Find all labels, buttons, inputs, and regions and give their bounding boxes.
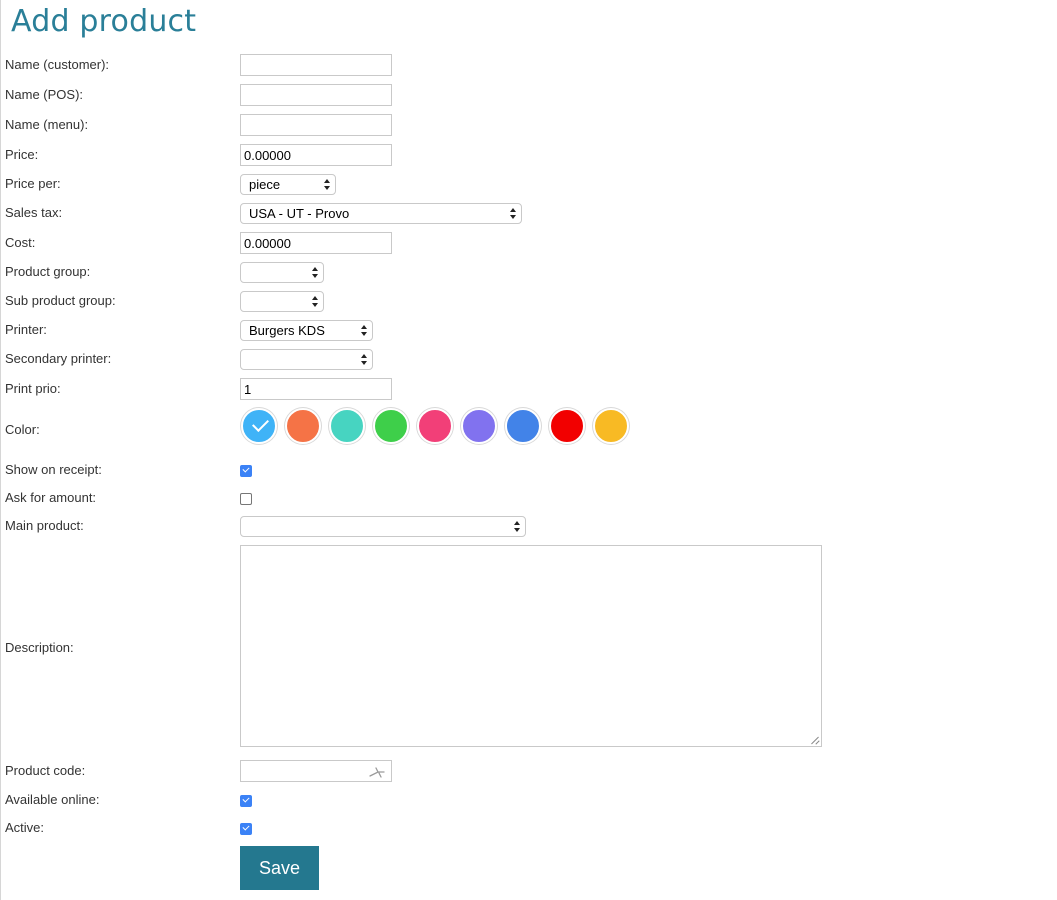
name-pos-label: Name (POS): [5,87,84,102]
name-menu-input[interactable] [240,114,392,136]
cost-label: Cost: [5,235,36,250]
product-code-label: Product code: [5,763,86,778]
color-swatch-4[interactable] [373,408,409,444]
ask-for-amount-label: Ask for amount: [5,490,97,505]
sales-tax-label: Sales tax: [5,205,63,220]
printer-label: Printer: [5,322,47,337]
price-input[interactable] [240,144,392,166]
printer-value: Burgers KDS [249,323,325,338]
active-label: Active: [5,820,45,835]
sub-product-group-select[interactable] [240,291,324,312]
page-title: Add product [11,4,197,39]
product-group-select[interactable] [240,262,324,283]
color-swatch-7[interactable] [505,408,541,444]
secondary-printer-select[interactable] [240,349,373,370]
select-arrows-icon [312,296,318,307]
description-textarea[interactable] [240,545,822,747]
left-border [0,0,1,900]
print-prio-label: Print prio: [5,381,61,396]
name-menu-label: Name (menu): [5,117,89,132]
print-prio-input[interactable] [240,378,392,400]
color-swatch-9[interactable] [593,408,629,444]
name-pos-input[interactable] [240,84,392,106]
select-arrows-icon [514,521,520,532]
color-swatch-3[interactable] [329,408,365,444]
select-arrows-icon [361,354,367,365]
select-arrows-icon [312,267,318,278]
name-customer-label: Name (customer): [5,57,110,72]
color-swatch-6[interactable] [461,408,497,444]
description-label: Description: [5,640,74,655]
color-label: Color: [5,422,40,437]
select-arrows-icon [361,325,367,336]
color-swatch-8[interactable] [549,408,585,444]
price-per-value: piece [249,177,281,192]
main-product-label: Main product: [5,518,84,533]
select-arrows-icon [324,179,330,190]
checkmark-icon [252,415,269,432]
price-label: Price: [5,147,39,162]
active-checkbox[interactable] [240,823,252,835]
barcode-scanner-icon[interactable] [369,765,385,783]
secondary-printer-label: Secondary printer: [5,351,112,366]
sales-tax-select[interactable]: USA - UT - Provo [240,203,522,224]
show-on-receipt-checkbox[interactable] [240,465,252,477]
color-swatch-1[interactable] [241,408,277,444]
name-customer-input[interactable] [240,54,392,76]
available-online-label: Available online: [5,792,100,807]
cost-input[interactable] [240,232,392,254]
sub-product-group-label: Sub product group: [5,293,116,308]
sales-tax-value: USA - UT - Provo [249,206,350,221]
resize-handle-icon[interactable] [811,736,819,744]
show-on-receipt-label: Show on receipt: [5,462,102,477]
color-swatch-5[interactable] [417,408,453,444]
price-per-label: Price per: [5,176,61,191]
product-code-input[interactable] [240,760,392,782]
price-per-select[interactable]: piece [240,174,336,195]
select-arrows-icon [510,208,516,219]
color-swatch-2[interactable] [285,408,321,444]
product-group-label: Product group: [5,264,91,279]
printer-select[interactable]: Burgers KDS [240,320,373,341]
available-online-checkbox[interactable] [240,795,252,807]
ask-for-amount-checkbox[interactable] [240,493,252,505]
save-button[interactable]: Save [240,846,319,890]
main-product-select[interactable] [240,516,526,537]
